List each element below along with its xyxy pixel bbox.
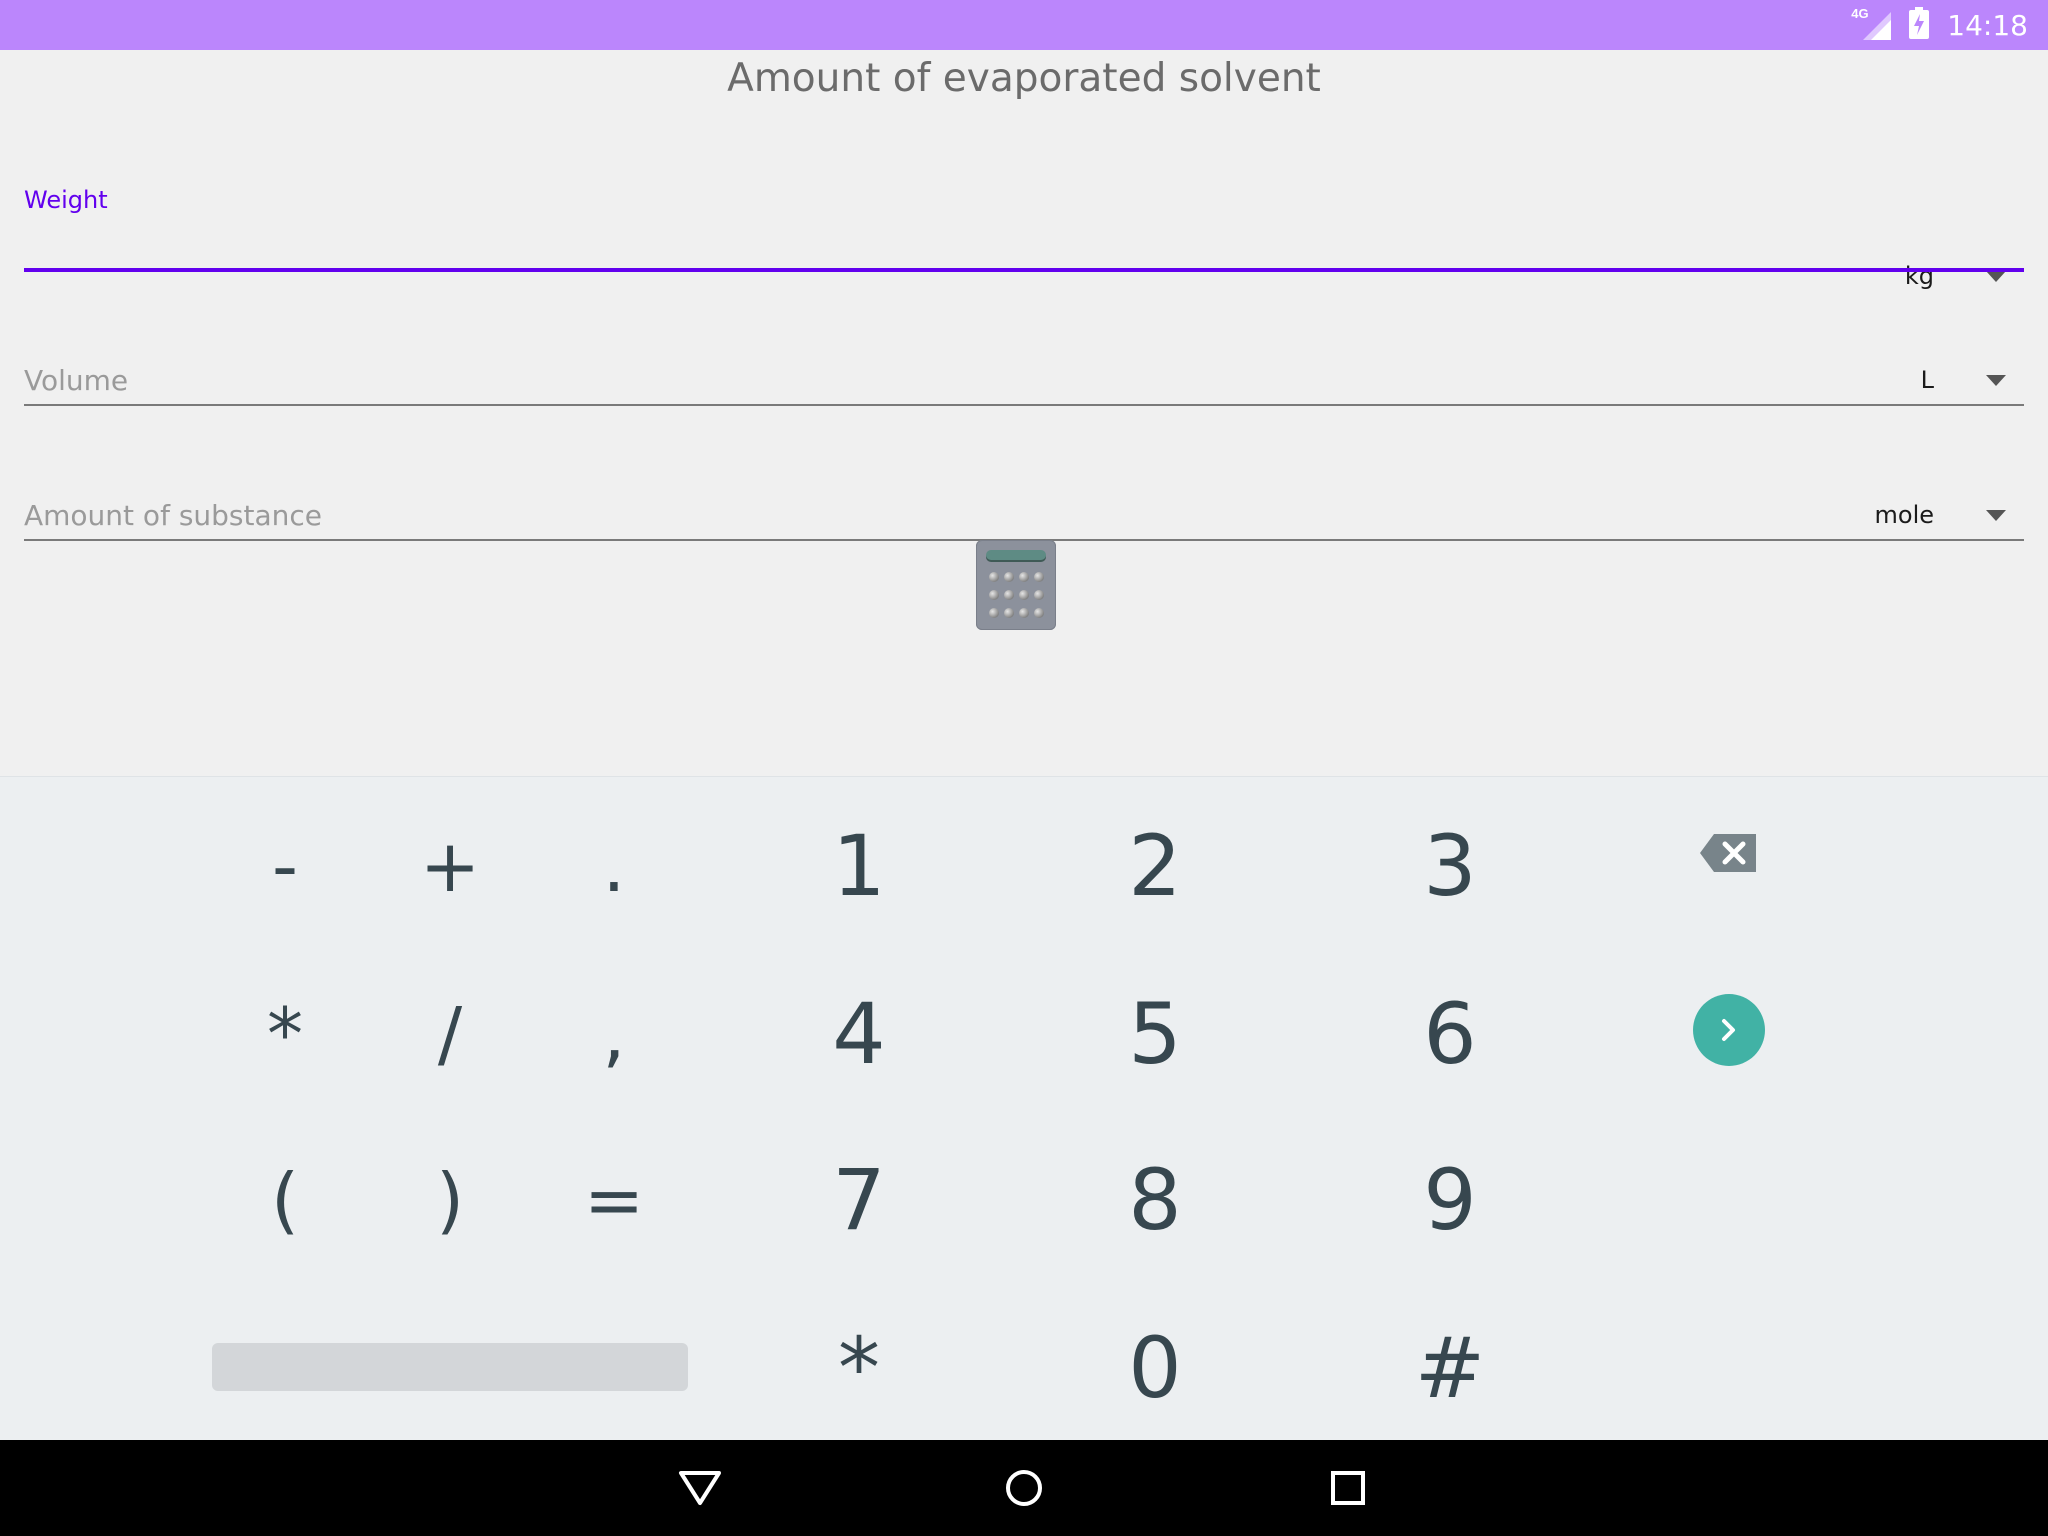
key-slash[interactable]: /	[380, 974, 520, 1094]
key-comma[interactable]: ,	[544, 974, 684, 1094]
key-7[interactable]: 7	[789, 1140, 929, 1260]
chevron-right-icon	[1722, 1019, 1735, 1041]
key-6[interactable]: 6	[1380, 974, 1520, 1094]
weight-underline	[24, 268, 2024, 272]
calculator-keys-shape	[988, 570, 1044, 620]
status-bar: 4G 14:18	[0, 0, 2048, 50]
next-button[interactable]	[1693, 994, 1765, 1066]
home-circle-icon	[1006, 1470, 1042, 1506]
calculator-icon[interactable]	[976, 540, 1056, 630]
key-plus[interactable]: +	[380, 806, 520, 926]
volume-unit-value: L	[1920, 366, 1934, 394]
key-9[interactable]: 9	[1380, 1140, 1520, 1260]
key-5[interactable]: 5	[1085, 974, 1225, 1094]
volume-underline	[24, 404, 2024, 406]
calculator-display-shape	[986, 550, 1046, 560]
page-title: Amount of evaporated solvent	[727, 56, 1321, 101]
app-content: Amount of evaporated solvent Weight kg V…	[0, 50, 2048, 776]
back-button[interactable]	[640, 1440, 760, 1536]
weight-unit-dropdown[interactable]: kg	[1905, 262, 2024, 290]
volume-field[interactable]: Volume L	[24, 310, 2024, 420]
status-time: 14:18	[1947, 8, 2028, 42]
weight-label: Weight	[24, 186, 108, 214]
key-open-paren[interactable]: (	[215, 1140, 355, 1260]
recents-square-icon	[1331, 1471, 1365, 1505]
key-0[interactable]: 0	[1085, 1308, 1225, 1428]
key-3[interactable]: 3	[1380, 806, 1520, 926]
recents-button[interactable]	[1288, 1440, 1408, 1536]
space-bar[interactable]	[212, 1343, 688, 1391]
amount-of-substance-label: Amount of substance	[24, 499, 323, 532]
navigation-bar	[0, 1440, 2048, 1536]
amount-unit-value: mole	[1874, 501, 1935, 529]
volume-unit-dropdown[interactable]: L	[1921, 366, 2024, 394]
battery-charging-icon	[1909, 6, 1930, 44]
key-hash[interactable]: #	[1380, 1308, 1520, 1428]
key-2[interactable]: 2	[1085, 806, 1225, 926]
volume-label: Volume	[24, 364, 129, 397]
cell-signal-icon: 4G	[1851, 6, 1892, 40]
status-icons: 4G 14:18	[1851, 0, 2028, 50]
back-triangle-icon	[679, 1471, 721, 1505]
key-minus[interactable]: -	[215, 806, 355, 926]
key-close-paren[interactable]: )	[380, 1140, 520, 1260]
chevron-down-icon	[1986, 509, 2006, 521]
chevron-down-icon	[1986, 270, 2006, 282]
key-4[interactable]: 4	[789, 974, 929, 1094]
key-1[interactable]: 1	[789, 806, 929, 926]
backspace-icon[interactable]	[1700, 834, 1756, 877]
key-period[interactable]: .	[544, 806, 684, 926]
chevron-down-icon	[1986, 374, 2006, 386]
amount-unit-dropdown[interactable]: mole	[1875, 501, 2025, 529]
weight-field[interactable]: Weight kg	[24, 132, 2024, 290]
key-star[interactable]: *	[789, 1308, 929, 1428]
key-equals[interactable]: =	[544, 1140, 684, 1260]
key-asterisk[interactable]: *	[215, 974, 355, 1094]
key-8[interactable]: 8	[1085, 1140, 1225, 1260]
home-button[interactable]	[964, 1440, 1084, 1536]
amount-of-substance-field[interactable]: Amount of substance mole	[24, 445, 2024, 555]
weight-unit-value: kg	[1904, 262, 1934, 290]
